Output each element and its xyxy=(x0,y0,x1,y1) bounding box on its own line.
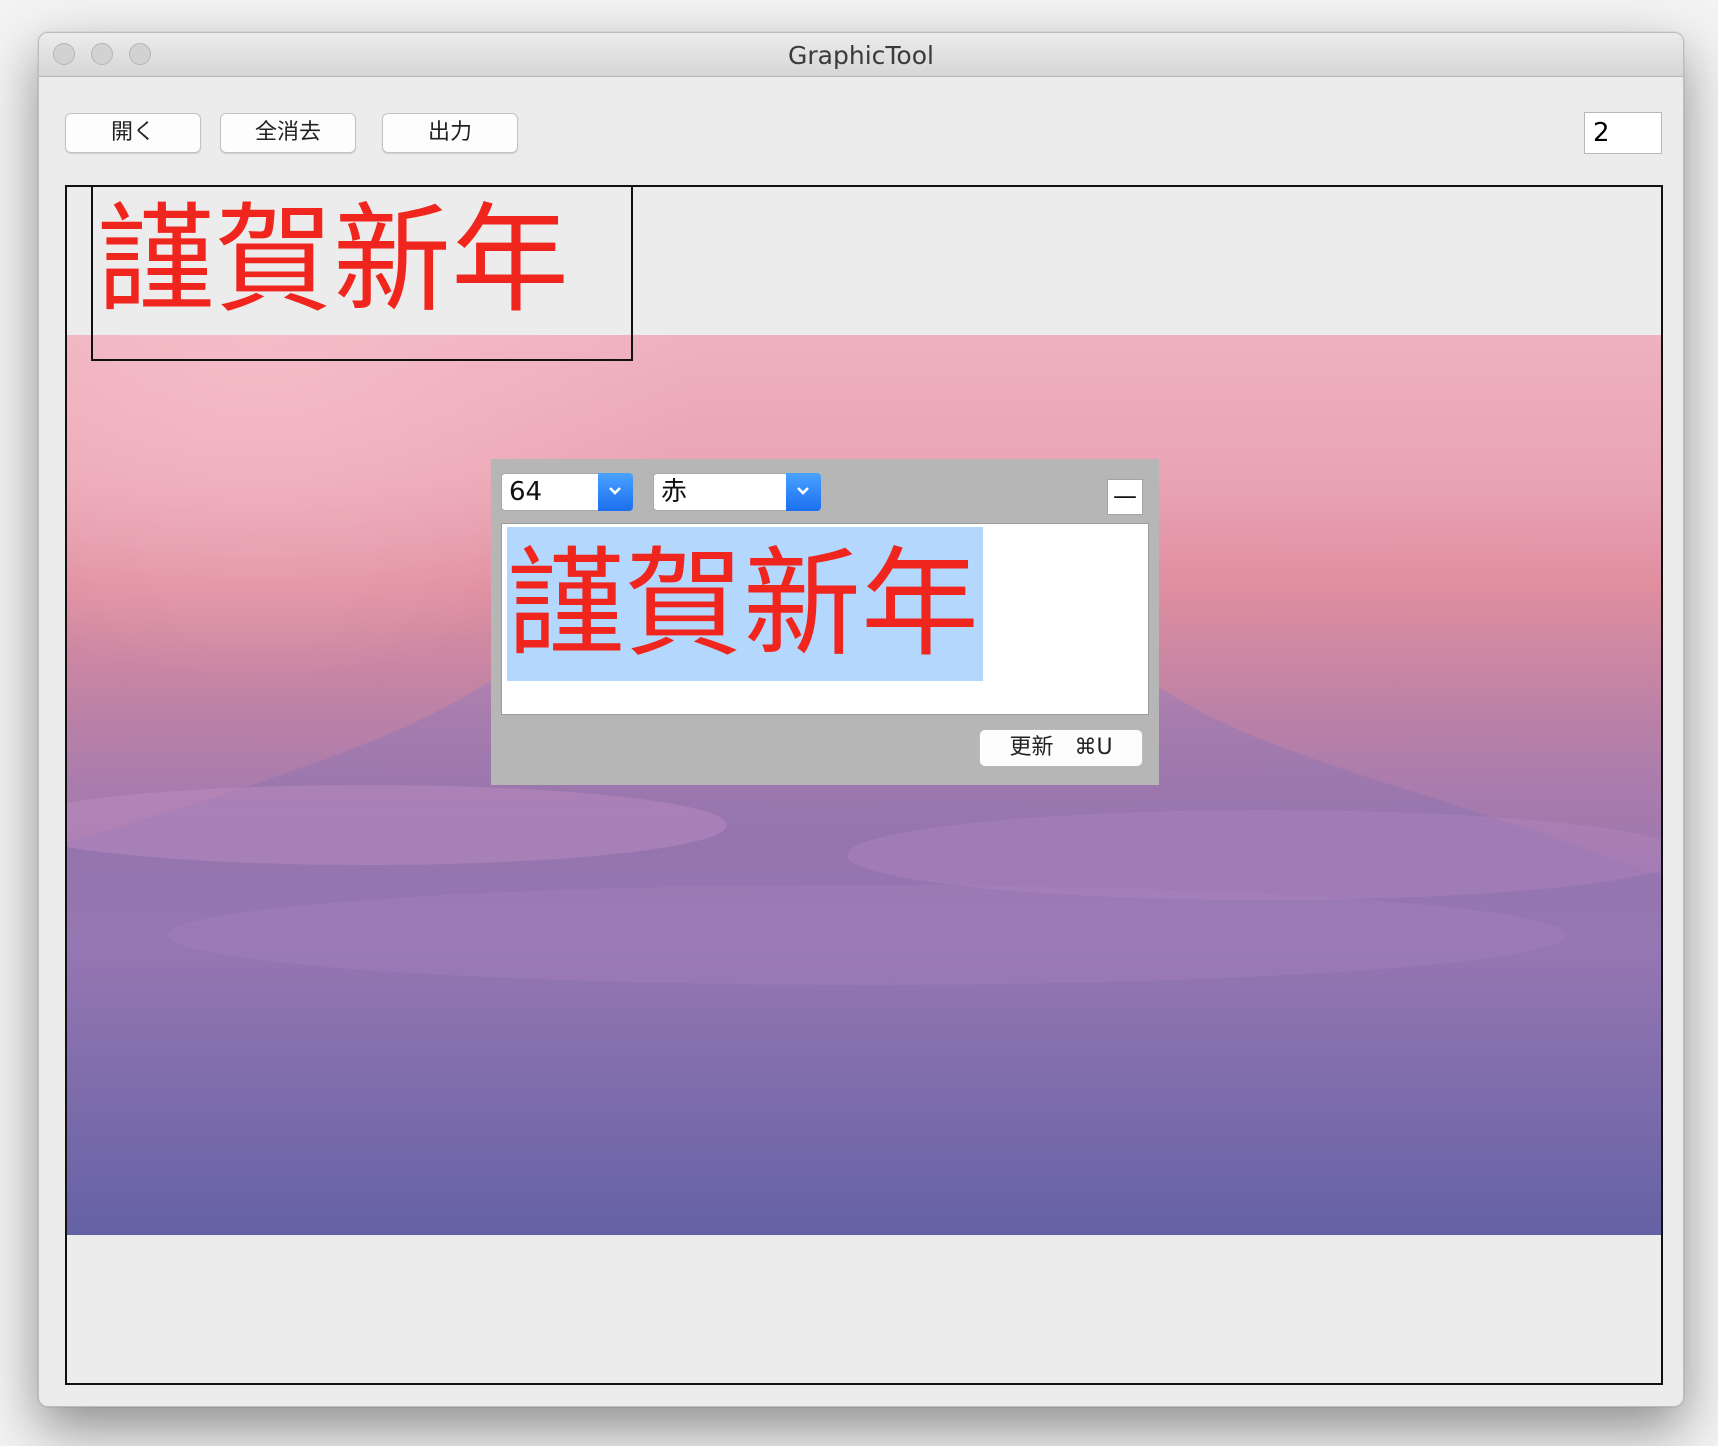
chevron-down-icon[interactable] xyxy=(598,473,633,511)
color-value: 赤 xyxy=(661,477,688,507)
text-selection: 謹賀新年 xyxy=(507,527,984,681)
font-size-select[interactable]: 64 xyxy=(501,473,633,511)
font-size-value: 64 xyxy=(509,477,543,507)
drawing-canvas[interactable]: 謹賀新年 64 赤 — 謹賀新年 更新 ⌘U xyxy=(65,185,1663,1385)
update-label: 更新 xyxy=(1009,735,1054,760)
text-input-area[interactable]: 謹賀新年 xyxy=(501,523,1149,715)
chevron-down-icon[interactable] xyxy=(786,473,821,511)
canvas-text-object[interactable]: 謹賀新年 xyxy=(97,195,569,325)
app-window: GraphicTool 開く 全消去 出力 2 謹賀新年 64 赤 — 謹賀新年… xyxy=(38,32,1684,1407)
window-title: GraphicTool xyxy=(788,41,934,70)
text-editor-panel: 64 赤 — 謹賀新年 更新 ⌘U xyxy=(491,459,1159,785)
export-button[interactable]: 出力 xyxy=(382,113,518,153)
title-bar: GraphicTool xyxy=(39,33,1683,77)
page-number-field[interactable]: 2 xyxy=(1584,112,1662,154)
update-button[interactable]: 更新 ⌘U xyxy=(979,729,1143,767)
color-select[interactable]: 赤 xyxy=(653,473,821,511)
update-shortcut: ⌘U xyxy=(1074,735,1113,760)
open-button[interactable]: 開く xyxy=(65,113,201,153)
clear-all-button[interactable]: 全消去 xyxy=(220,113,356,153)
remove-text-button[interactable]: — xyxy=(1107,479,1143,515)
text-input-value: 謹賀新年 xyxy=(507,535,980,673)
